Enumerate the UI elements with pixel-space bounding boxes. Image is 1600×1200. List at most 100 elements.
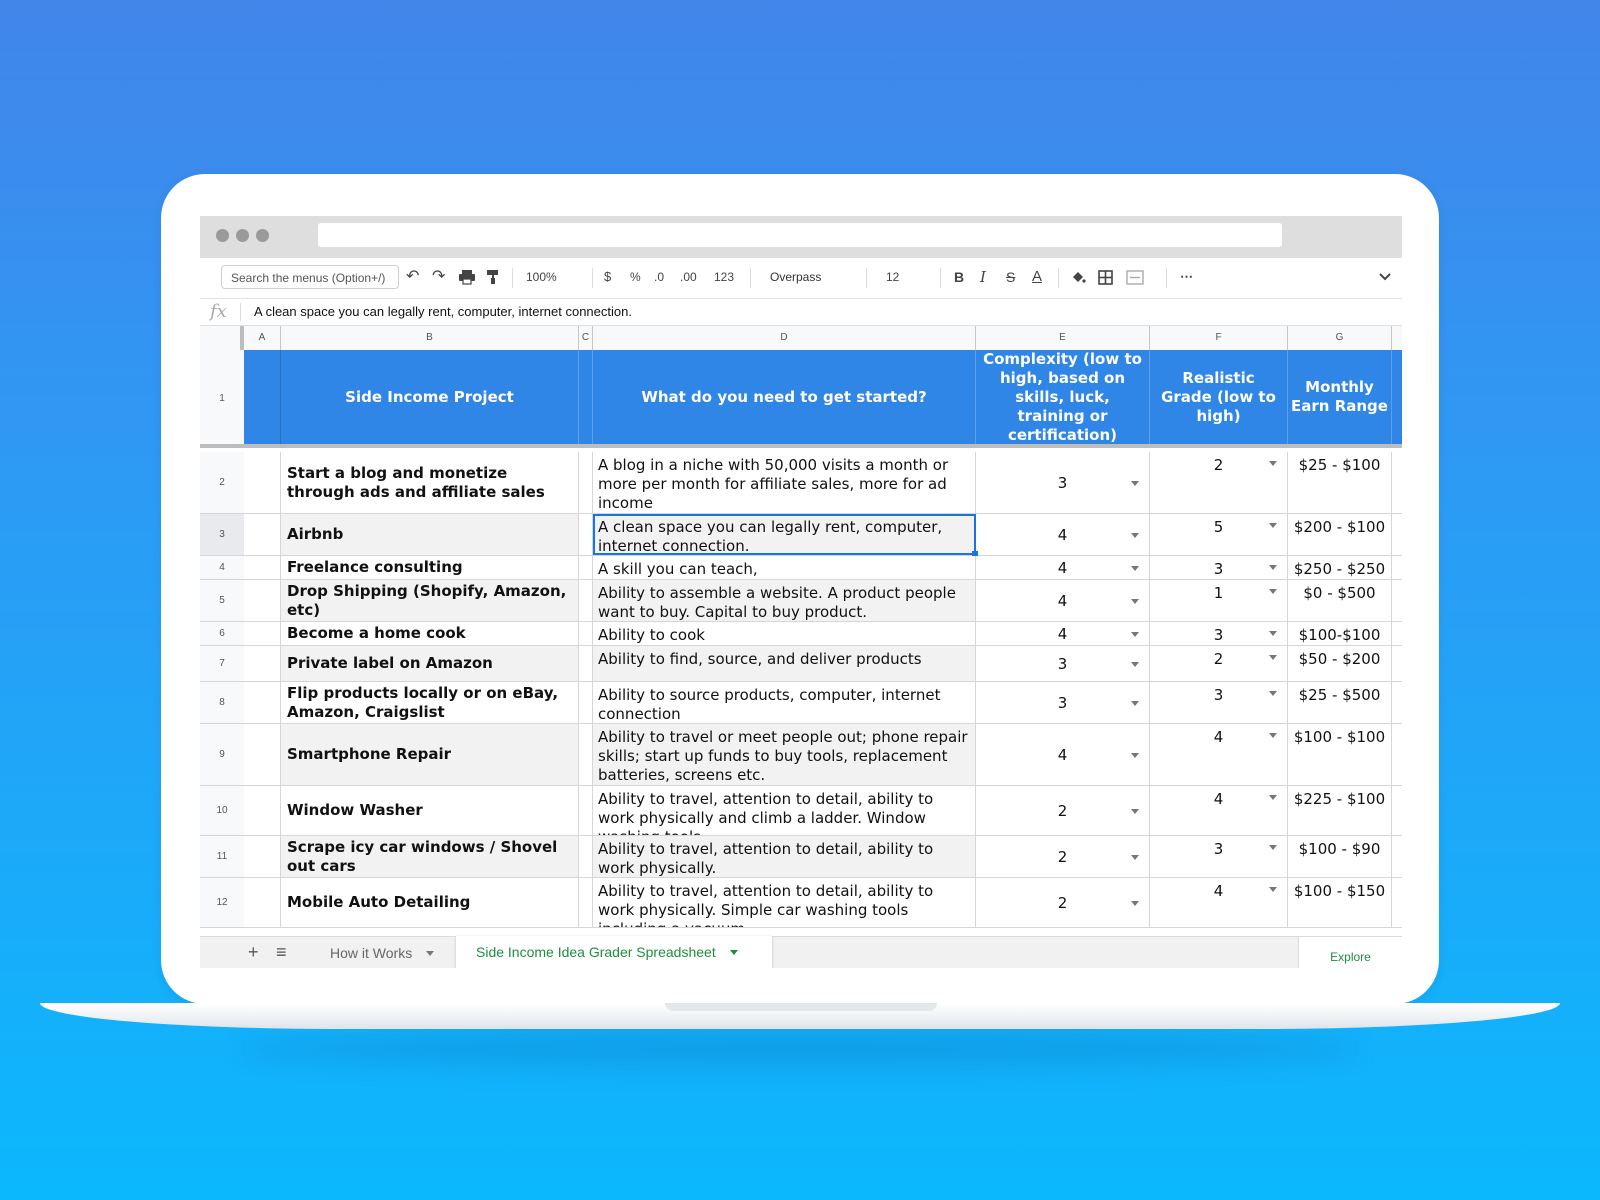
column-header[interactable]: E <box>976 326 1150 350</box>
more-options-icon[interactable]: ⋯ <box>1180 266 1193 288</box>
cell-grade[interactable]: 4 <box>1150 878 1288 927</box>
dropdown-arrow-icon[interactable] <box>1131 753 1139 758</box>
cell-a[interactable] <box>244 622 281 645</box>
cell-complexity[interactable]: 4 <box>976 580 1150 621</box>
minimize-window-button[interactable] <box>236 229 249 242</box>
cell-c[interactable] <box>579 452 593 513</box>
cell-requirements[interactable]: Ability to travel, attention to detail, … <box>593 836 976 877</box>
cell-complexity[interactable]: 3 <box>976 646 1150 681</box>
cell-c[interactable] <box>579 580 593 621</box>
row-header[interactable]: 10 <box>200 786 244 836</box>
text-color-button[interactable]: A <box>1032 266 1042 288</box>
cell-grade[interactable]: 3 <box>1150 836 1288 877</box>
row-header[interactable]: 2 <box>200 452 244 514</box>
header-cell-a[interactable] <box>244 350 281 444</box>
italic-button[interactable]: I <box>980 266 986 288</box>
dropdown-arrow-icon[interactable] <box>1269 461 1277 466</box>
row-header[interactable]: 5 <box>200 580 244 622</box>
dropdown-arrow-icon[interactable] <box>1269 589 1277 594</box>
header-cell-requirements[interactable]: What do you need to get started? <box>593 350 976 444</box>
column-header[interactable]: F <box>1150 326 1288 350</box>
cell-project[interactable]: Mobile Auto Detailing <box>281 878 579 927</box>
strikethrough-button[interactable]: S <box>1006 266 1015 288</box>
cell-grade[interactable]: 4 <box>1150 786 1288 835</box>
dropdown-arrow-icon[interactable] <box>1131 566 1139 571</box>
undo-icon[interactable]: ↶ <box>406 266 419 288</box>
bold-button[interactable]: B <box>954 266 964 288</box>
cell-a[interactable] <box>244 724 281 785</box>
row-header[interactable]: 11 <box>200 836 244 878</box>
cell-project[interactable]: Private label on Amazon <box>281 646 579 681</box>
dropdown-arrow-icon[interactable] <box>1131 901 1139 906</box>
column-header[interactable]: D <box>593 326 976 350</box>
collapse-toolbar-icon[interactable] <box>1378 266 1392 288</box>
cell-project[interactable]: Drop Shipping (Shopify, Amazon, etc) <box>281 580 579 621</box>
cell-grade[interactable]: 1 <box>1150 580 1288 621</box>
cell-a[interactable] <box>244 452 281 513</box>
header-cell-project[interactable]: Side Income Project <box>281 350 579 444</box>
cell-a[interactable] <box>244 878 281 927</box>
merge-cells-icon[interactable] <box>1126 266 1144 288</box>
cell-requirements[interactable]: Ability to source products, computer, in… <box>593 682 976 723</box>
column-header[interactable]: A <box>244 326 281 350</box>
decrease-decimal-button[interactable]: .0 <box>654 266 664 288</box>
row-header[interactable]: 1 <box>200 350 244 448</box>
row-header[interactable]: 12 <box>200 878 244 928</box>
dropdown-arrow-icon[interactable] <box>1131 533 1139 538</box>
cell-earnings[interactable]: $50 - $200 <box>1288 646 1392 681</box>
font-select[interactable]: Overpass <box>770 266 821 288</box>
dropdown-arrow-icon[interactable] <box>1269 523 1277 528</box>
cell-requirements[interactable]: A clean space you can legally rent, comp… <box>593 514 976 555</box>
cell-project[interactable]: Airbnb <box>281 514 579 555</box>
dropdown-arrow-icon[interactable] <box>1131 701 1139 706</box>
cell-earnings[interactable]: $200 - $100 <box>1288 514 1392 555</box>
cell-requirements[interactable]: Ability to travel, attention to detail, … <box>593 786 976 835</box>
cell-project[interactable]: Window Washer <box>281 786 579 835</box>
header-cell-grade[interactable]: Realistic Grade (low to high) <box>1150 350 1288 444</box>
cell-earnings[interactable]: $25 - $500 <box>1288 682 1392 723</box>
cell-project[interactable]: Flip products locally or on eBay, Amazon… <box>281 682 579 723</box>
dropdown-arrow-icon[interactable] <box>1269 631 1277 636</box>
search-menus-input[interactable]: Search the menus (Option+/) <box>221 265 399 289</box>
cell-complexity[interactable]: 2 <box>976 878 1150 927</box>
cell-grade[interactable]: 4 <box>1150 724 1288 785</box>
cell-earnings[interactable]: $100 - $100 <box>1288 724 1392 785</box>
column-header[interactable]: C <box>579 326 593 350</box>
fill-color-icon[interactable] <box>1070 266 1086 288</box>
cell-grade[interactable]: 3 <box>1150 556 1288 579</box>
cell-requirements[interactable]: A blog in a niche with 50,000 visits a m… <box>593 452 976 513</box>
currency-format-button[interactable]: $ <box>604 266 611 288</box>
cell-earnings[interactable]: $100 - $90 <box>1288 836 1392 877</box>
cell-c[interactable] <box>579 646 593 681</box>
cell-complexity[interactable]: 2 <box>976 786 1150 835</box>
percent-format-button[interactable]: % <box>630 266 641 288</box>
cell-c[interactable] <box>579 514 593 555</box>
dropdown-arrow-icon[interactable] <box>1131 855 1139 860</box>
close-window-button[interactable] <box>216 229 229 242</box>
cell-a[interactable] <box>244 514 281 555</box>
select-all-corner[interactable] <box>200 326 244 350</box>
cell-requirements[interactable]: Ability to travel or meet people out; ph… <box>593 724 976 785</box>
row-header[interactable]: 9 <box>200 724 244 786</box>
cell-complexity[interactable]: 3 <box>976 452 1150 513</box>
cell-project[interactable]: Smartphone Repair <box>281 724 579 785</box>
header-cell-c[interactable] <box>579 350 593 444</box>
explore-button[interactable]: Explore <box>1298 937 1402 968</box>
cell-complexity[interactable]: 2 <box>976 836 1150 877</box>
dropdown-arrow-icon[interactable] <box>1269 845 1277 850</box>
cell-earnings[interactable]: $250 - $250 <box>1288 556 1392 579</box>
dropdown-arrow-icon[interactable] <box>1269 733 1277 738</box>
column-header[interactable]: G <box>1288 326 1392 350</box>
dropdown-arrow-icon[interactable] <box>1131 481 1139 486</box>
cell-requirements[interactable]: Ability to travel, attention to detail, … <box>593 878 976 927</box>
cell-earnings[interactable]: $0 - $500 <box>1288 580 1392 621</box>
dropdown-arrow-icon[interactable] <box>1131 599 1139 604</box>
cell-requirements[interactable]: A skill you can teach, <box>593 556 976 579</box>
cell-c[interactable] <box>579 786 593 835</box>
dropdown-arrow-icon[interactable] <box>1269 795 1277 800</box>
more-formats-button[interactable]: 123 <box>714 266 734 288</box>
cell-requirements[interactable]: Ability to cook <box>593 622 976 645</box>
add-sheet-button[interactable]: + <box>248 941 259 963</box>
cell-project[interactable]: Start a blog and monetize through ads an… <box>281 452 579 513</box>
cell-a[interactable] <box>244 580 281 621</box>
